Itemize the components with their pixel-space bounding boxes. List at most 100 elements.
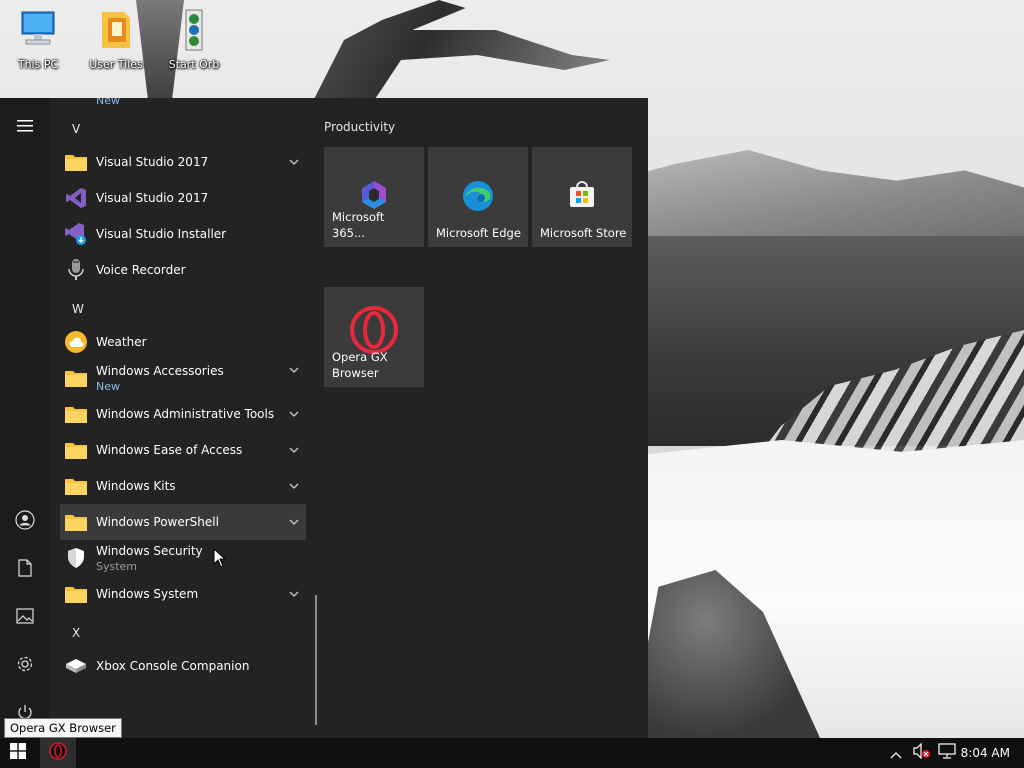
tile-microsoft-edge[interactable]: Microsoft Edge	[428, 147, 528, 247]
tiles-area: Productivity Microsoft 365... Microsoft …	[324, 98, 648, 738]
chevron-down-icon[interactable]	[288, 588, 300, 600]
taskbar: 8:04 AM	[0, 738, 1024, 768]
start-button[interactable]	[0, 738, 36, 768]
folder-icon	[63, 149, 89, 175]
hamburger-button[interactable]	[0, 106, 50, 146]
store-icon	[532, 179, 632, 211]
app-voice-recorder[interactable]: Voice Recorder	[60, 252, 306, 288]
app-name: Weather	[96, 335, 147, 349]
app-subtitle: System	[96, 559, 138, 573]
app-name: Windows Kits	[96, 479, 176, 493]
volume-muted-icon	[912, 742, 930, 763]
letter-header-v[interactable]: V	[72, 122, 80, 136]
folder-icon	[63, 473, 89, 499]
network-button[interactable]	[936, 738, 958, 768]
app-windows-ease-of-access-folder[interactable]: Windows Ease of Access	[60, 432, 306, 468]
app-name: Windows Accessories	[96, 363, 224, 378]
app-list-scrollbar[interactable]	[315, 595, 317, 725]
app-windows-accessories-folder[interactable]: Windows Accessories New	[60, 360, 306, 396]
tile-microsoft-365[interactable]: Microsoft 365...	[324, 147, 424, 247]
desktop-icon-label: This PC	[17, 58, 59, 71]
app-name: Windows Administrative Tools	[96, 407, 275, 421]
chevron-down-icon[interactable]	[288, 364, 300, 376]
edge-icon	[428, 179, 528, 213]
account-button[interactable]	[0, 502, 50, 542]
shield-icon	[63, 545, 89, 571]
desktop-icon-user-tiles[interactable]: User Tiles	[78, 6, 154, 71]
app-windows-security[interactable]: Windows Security System	[60, 540, 306, 576]
network-icon	[938, 743, 956, 763]
opera-gx-icon	[324, 305, 424, 355]
letter-header-w[interactable]: W	[72, 302, 84, 316]
chevron-down-icon[interactable]	[288, 480, 300, 492]
folder-icon	[63, 437, 89, 463]
chevron-down-icon[interactable]	[288, 444, 300, 456]
chevron-down-icon[interactable]	[288, 408, 300, 420]
folder-icon	[94, 6, 138, 54]
app-name: Windows System	[96, 587, 199, 601]
image-icon	[16, 608, 34, 628]
folder-icon	[63, 509, 89, 535]
app-windows-powershell-folder[interactable]: Windows PowerShell	[60, 504, 306, 540]
xbox-console-icon	[63, 653, 89, 679]
app-xbox-console-companion[interactable]: Xbox Console Companion	[60, 648, 306, 684]
taskbar-clock[interactable]: 8:04 AM	[961, 738, 1010, 768]
app-name: Windows Ease of Access	[96, 443, 243, 457]
tile-label: Opera GX Browser	[332, 350, 388, 380]
app-visual-studio-2017-folder[interactable]: Visual Studio 2017	[60, 144, 306, 180]
start-menu: New V Visual Studio 2017 Visual Studio 2…	[0, 98, 648, 738]
opera-gx-icon	[49, 742, 67, 764]
chevron-down-icon[interactable]	[288, 156, 300, 168]
app-name: Voice Recorder	[96, 263, 186, 277]
tile-label: Microsoft Edge	[436, 226, 521, 240]
app-windows-administrative-tools-folder[interactable]: Windows Administrative Tools	[60, 396, 306, 432]
app-visual-studio-2017[interactable]: Visual Studio 2017	[60, 180, 306, 216]
desktop-icon-start-orb[interactable]: Start Orb	[156, 6, 232, 71]
folder-icon	[63, 401, 89, 427]
app-name: Windows PowerShell	[96, 515, 219, 529]
letter-header-x[interactable]: X	[72, 626, 80, 640]
wallpaper-dead-tree	[313, 0, 610, 100]
visual-studio-installer-icon	[63, 221, 89, 247]
app-weather[interactable]: Weather	[60, 324, 306, 360]
weather-icon	[63, 329, 89, 355]
pictures-button[interactable]	[0, 598, 50, 638]
app-windows-kits-folder[interactable]: Windows Kits	[60, 468, 306, 504]
app-windows-system-folder[interactable]: Windows System	[60, 576, 306, 612]
app-list[interactable]: New V Visual Studio 2017 Visual Studio 2…	[50, 98, 310, 738]
start-rail	[0, 98, 50, 738]
app-name: Visual Studio 2017	[96, 191, 209, 205]
tile-group-title[interactable]: Productivity	[324, 120, 395, 134]
microsoft-365-icon	[324, 179, 424, 211]
visual-studio-icon	[63, 185, 89, 211]
app-visual-studio-installer[interactable]: Visual Studio Installer	[60, 216, 306, 252]
mouse-cursor	[213, 547, 227, 572]
settings-button[interactable]	[0, 646, 50, 686]
show-hidden-icons-button[interactable]	[886, 738, 906, 768]
microphone-icon	[63, 257, 89, 283]
tile-microsoft-store[interactable]: Microsoft Store	[532, 147, 632, 247]
new-badge: New	[96, 379, 120, 393]
tooltip: Opera GX Browser	[4, 718, 122, 738]
app-name: Visual Studio Installer	[96, 227, 227, 241]
tile-opera-gx-browser[interactable]: Opera GX Browser	[324, 287, 424, 387]
start-orb-icon	[172, 6, 216, 54]
document-icon	[17, 559, 33, 581]
folder-icon	[63, 581, 89, 607]
taskbar-opera-gx-button[interactable]	[40, 738, 76, 768]
app-name: Xbox Console Companion	[96, 659, 250, 673]
chevron-up-icon	[890, 744, 902, 763]
documents-button[interactable]	[0, 550, 50, 590]
app-name: Windows Security	[96, 543, 203, 558]
desktop-icon-label: User Tiles	[89, 58, 143, 71]
tile-label: Microsoft Store	[540, 226, 627, 240]
computer-icon	[16, 6, 60, 54]
folder-icon	[63, 365, 89, 391]
chevron-down-icon[interactable]	[288, 516, 300, 528]
tile-label: Microsoft 365...	[332, 210, 385, 240]
gear-icon	[16, 655, 34, 677]
hamburger-icon	[17, 117, 33, 136]
volume-button[interactable]	[910, 738, 932, 768]
desktop-icon-this-pc[interactable]: This PC	[0, 6, 76, 71]
user-icon	[15, 510, 35, 534]
